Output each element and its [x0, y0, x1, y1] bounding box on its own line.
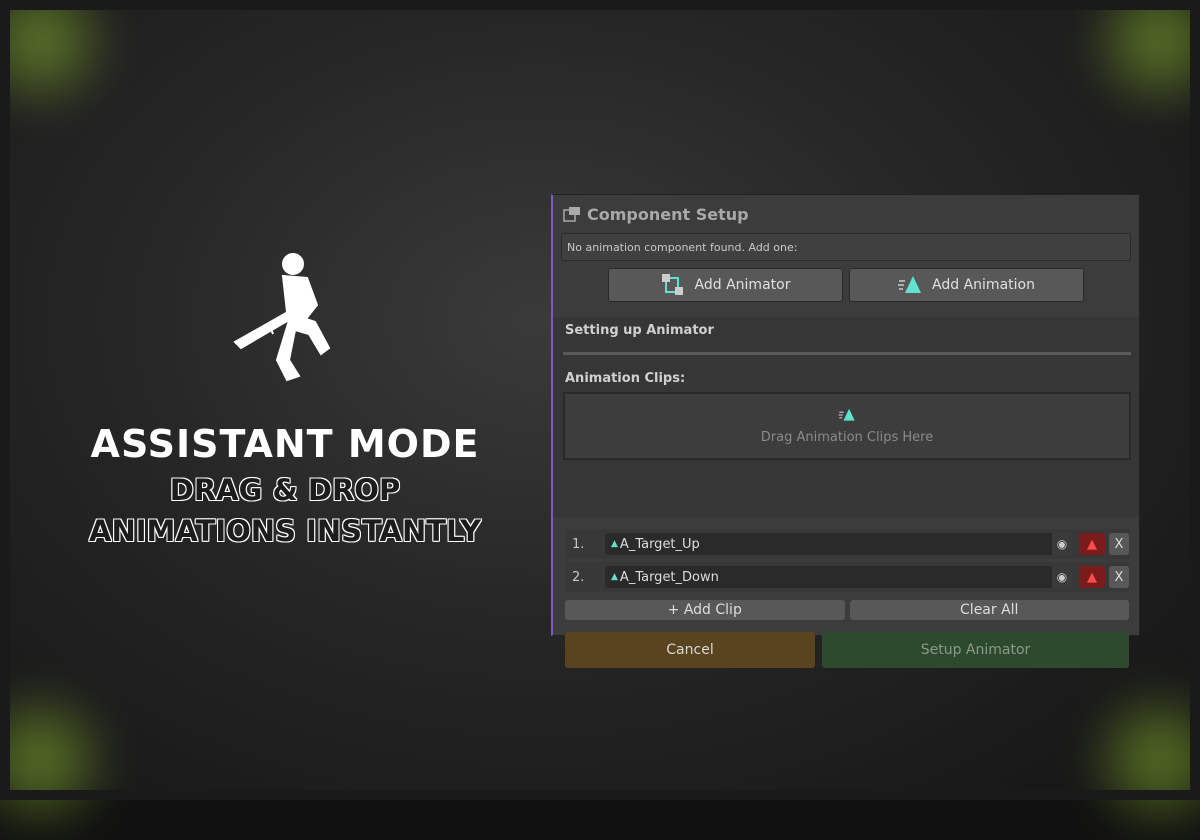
divider: [563, 352, 1131, 355]
clip-index: 1.: [565, 537, 605, 552]
info-message: No animation component found. Add one:: [561, 233, 1131, 261]
clip-field[interactable]: ▲A_Target_Down: [605, 566, 1072, 588]
warning-button[interactable]: ▲: [1079, 533, 1105, 555]
clip-icon: ▲: [611, 539, 618, 549]
promo-subtitle-2: ANIMATIONS INSTANTLY: [60, 515, 510, 548]
remove-clip-button[interactable]: X: [1109, 533, 1129, 555]
window-icon: [563, 206, 581, 222]
clip-row: 2. ▲A_Target_Down ◉ ▲ X: [565, 562, 1129, 592]
clip-drop-zone[interactable]: Drag Animation Clips Here: [563, 392, 1131, 460]
remove-clip-button[interactable]: X: [1109, 566, 1129, 588]
clip-name: A_Target_Down: [620, 570, 719, 585]
drop-hint: Drag Animation Clips Here: [761, 430, 933, 445]
animation-icon: [838, 408, 856, 422]
clip-icon: ▲: [611, 572, 618, 582]
add-clip-button[interactable]: + Add Clip: [565, 600, 845, 620]
animation-icon: [898, 275, 922, 295]
clip-field[interactable]: ▲A_Target_Up: [605, 533, 1072, 555]
add-animator-label: Add Animator: [695, 277, 791, 293]
soldier-icon: [225, 250, 345, 390]
panel-header: Component Setup: [553, 195, 1139, 233]
add-animation-button[interactable]: Add Animation: [849, 268, 1084, 302]
warning-button[interactable]: ▲: [1079, 566, 1105, 588]
section-title: Setting up Animator: [565, 323, 1129, 338]
add-animator-button[interactable]: Add Animator: [608, 268, 843, 302]
promo: ASSISTANT MODE DRAG & DROP ANIMATIONS IN…: [60, 250, 510, 548]
object-picker-icon[interactable]: ◉: [1052, 566, 1072, 588]
add-animation-label: Add Animation: [932, 277, 1035, 293]
clear-all-button[interactable]: Clear All: [850, 600, 1130, 620]
promo-subtitle-1: DRAG & DROP: [60, 474, 510, 507]
cancel-button[interactable]: Cancel: [565, 632, 815, 668]
clip-name: A_Target_Up: [620, 537, 700, 552]
panel-title: Component Setup: [587, 205, 749, 224]
animator-section: Setting up Animator Animation Clips: Dra…: [553, 317, 1139, 517]
promo-title: ASSISTANT MODE: [60, 422, 510, 466]
clip-index: 2.: [565, 570, 605, 585]
clips-label: Animation Clips:: [565, 371, 1129, 386]
object-picker-icon[interactable]: ◉: [1052, 533, 1072, 555]
animator-icon: [661, 273, 685, 297]
component-setup-panel: Component Setup No animation component f…: [551, 194, 1140, 636]
setup-animator-button[interactable]: Setup Animator: [822, 632, 1129, 668]
clip-row: 1. ▲A_Target_Up ◉ ▲ X: [565, 529, 1129, 559]
